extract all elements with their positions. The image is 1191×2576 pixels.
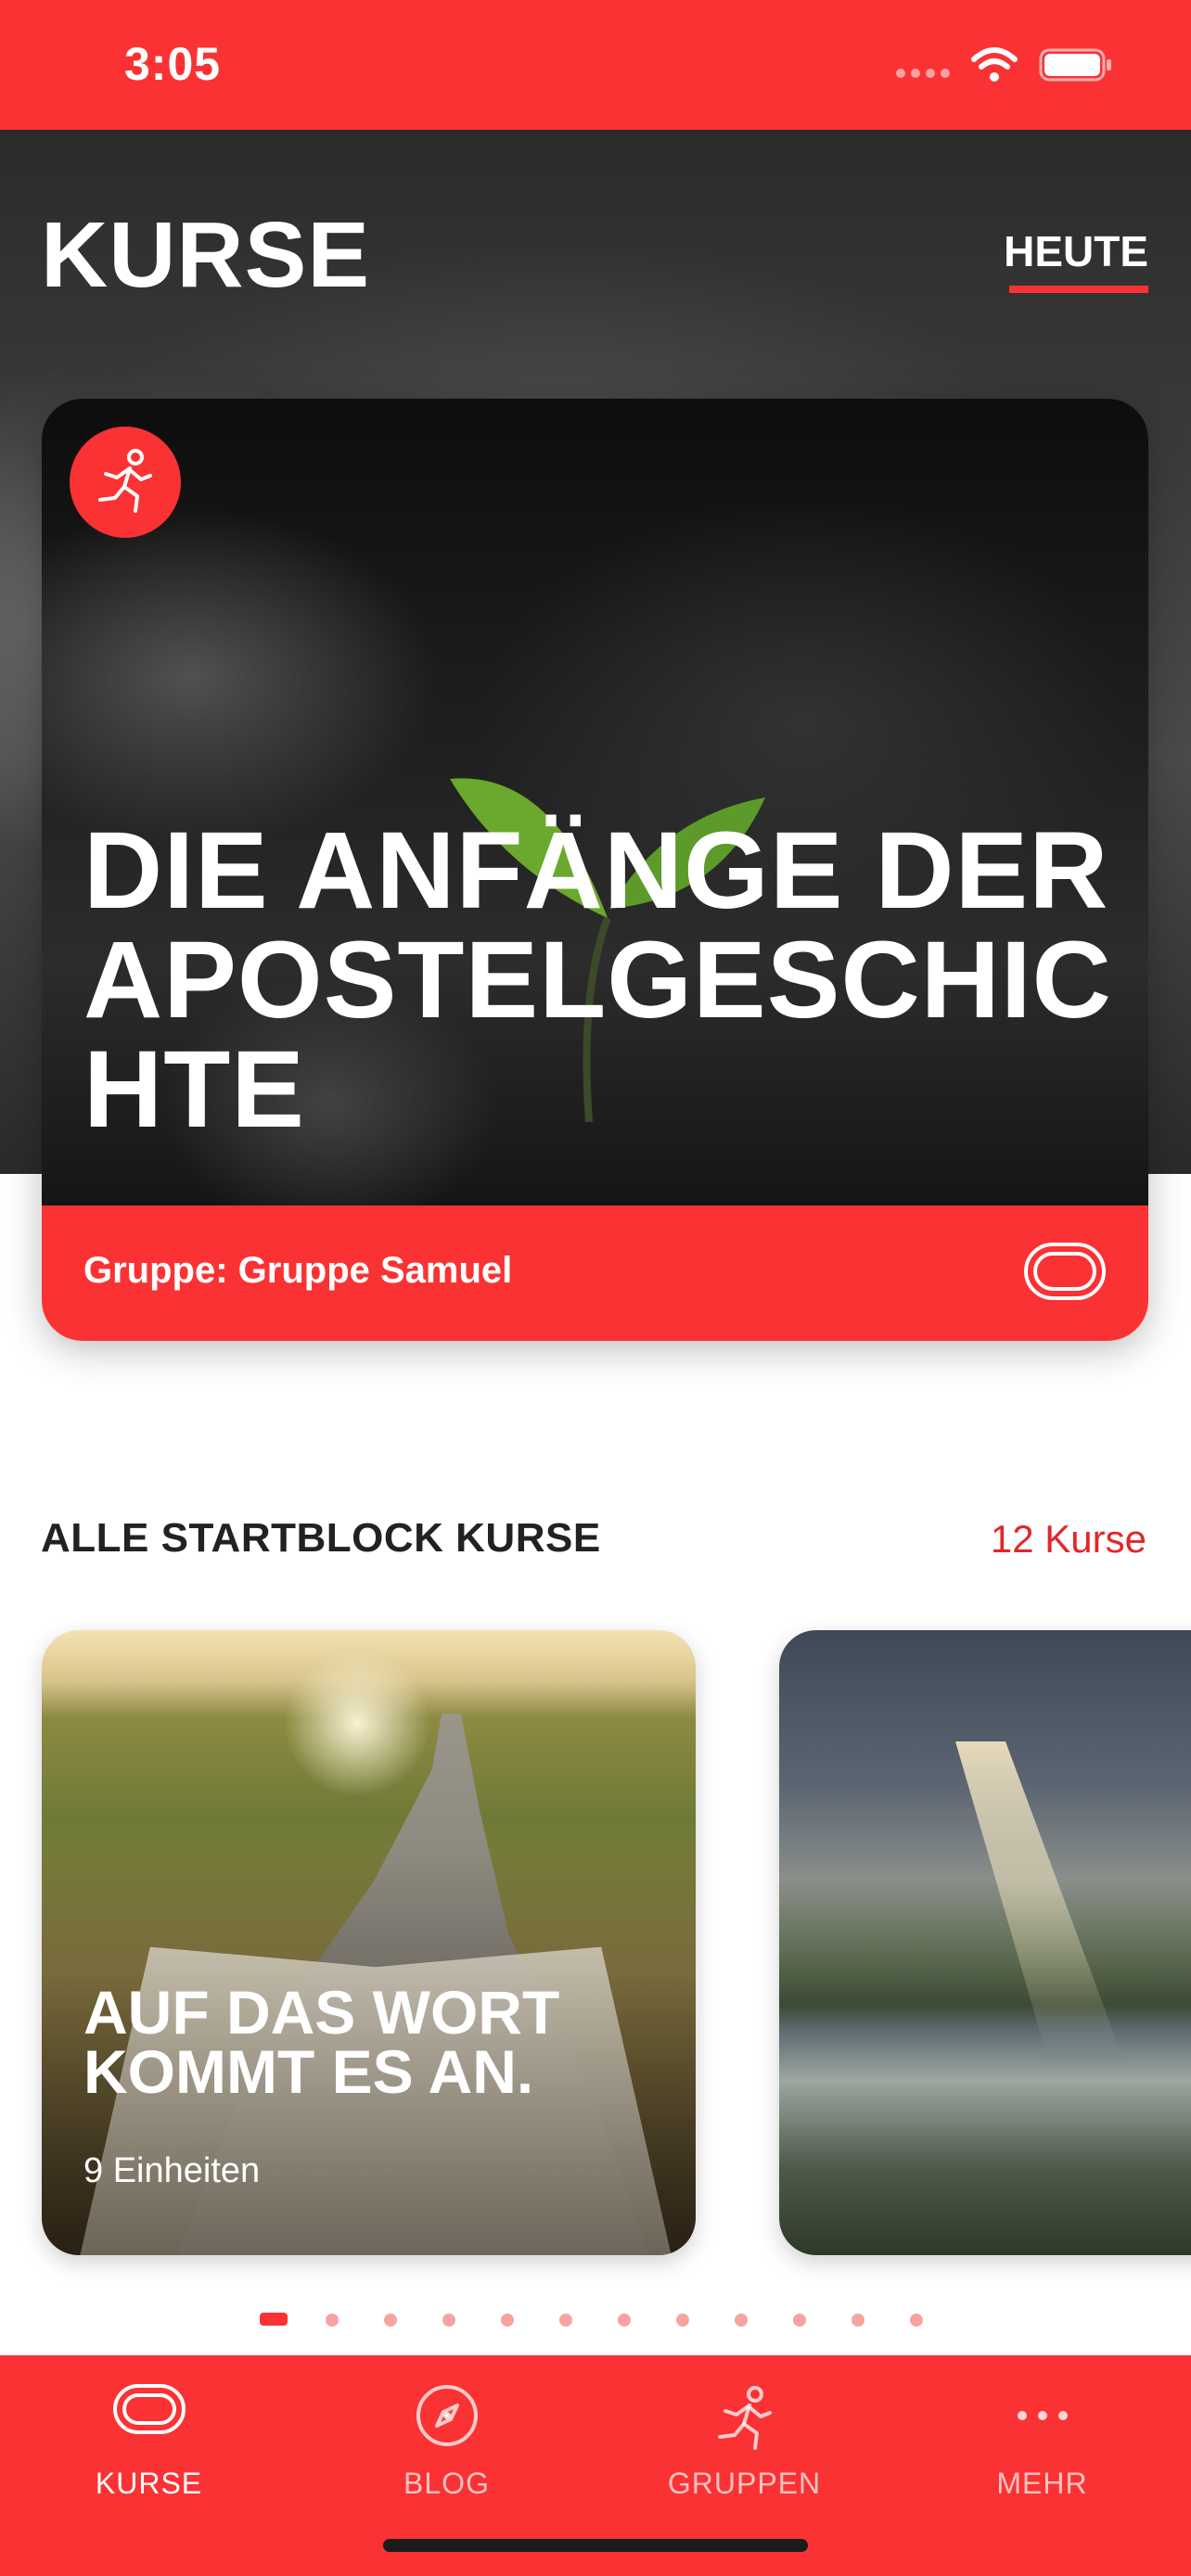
tab-label: GRUPPEN [667,2467,822,2500]
wifi-icon [971,47,1018,82]
page-title: KURSE [41,203,371,307]
status-icons [896,46,1113,83]
course-card[interactable] [779,1630,1191,2255]
status-bar: 3:05 [0,0,1191,130]
course-units: 9 Einheiten [83,2151,261,2190]
course-title: AUF DAS WORT KOMMT ES AN. [83,1978,560,2106]
pager-dot[interactable] [384,2314,397,2327]
runner-icon [98,449,152,513]
battery-icon [1039,48,1111,82]
tab-label: MEHR [996,2467,1088,2500]
featured-course-title: DIE ANFÄNGE DER APOSTELGESCHICHTE [83,810,1112,1151]
featured-course-group: Gruppe: Gruppe Samuel [83,1250,513,1291]
cellular-signal-icon [896,69,950,78]
pager-dot[interactable] [910,2314,923,2327]
pager-dot[interactable] [852,2314,864,2327]
tab-mehr[interactable]: MEHR [893,2355,1191,2522]
tab-gruppen[interactable]: GRUPPEN [596,2355,893,2522]
tab-today-underline [1009,286,1148,293]
tab-kurse[interactable]: KURSE [0,2355,298,2522]
pager-dot[interactable] [501,2314,514,2327]
track-icon [112,2384,186,2434]
pager-dot[interactable] [326,2314,339,2327]
tab-label: BLOG [403,2467,490,2500]
course-card[interactable]: AUF DAS WORT KOMMT ES AN. 9 Einheiten [42,1630,696,2255]
runner-badge [70,427,181,538]
pager-dot[interactable] [735,2314,748,2327]
status-time: 3:05 [124,38,222,90]
track-icon [1024,1243,1106,1300]
runner-icon [717,2386,772,2450]
pager-dot[interactable] [676,2314,689,2327]
pager-dot[interactable] [260,2313,288,2326]
featured-course-card[interactable]: DIE ANFÄNGE DER APOSTELGESCHICHTE Gruppe… [42,399,1148,1341]
carousel-pager [0,2309,1191,2327]
section-title: ALLE STARTBLOCK KURSE [41,1515,601,1561]
tab-today[interactable]: HEUTE [1004,226,1148,276]
compass-icon [416,2385,478,2446]
tab-label: KURSE [95,2467,203,2500]
course-image-fjord [779,1630,1191,2255]
section-count-link[interactable]: 12 Kurse [991,1517,1146,1562]
home-indicator [383,2539,808,2552]
tab-blog[interactable]: BLOG [298,2355,596,2522]
pager-dot[interactable] [618,2314,631,2327]
pager-dot[interactable] [442,2314,455,2327]
featured-course-footer: Gruppe: Gruppe Samuel [42,1205,1148,1341]
pager-dot[interactable] [793,2314,806,2327]
pager-dot[interactable] [559,2314,572,2327]
more-icon [1017,2411,1068,2420]
